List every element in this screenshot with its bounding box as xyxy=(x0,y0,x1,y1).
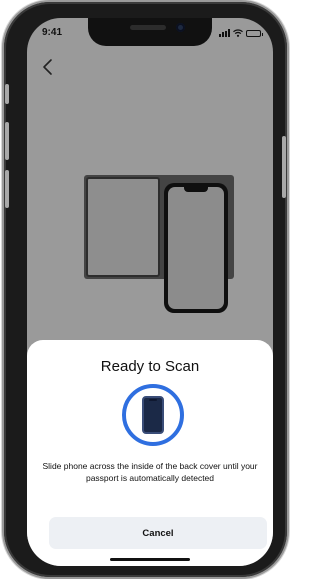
phone-device-frame: 9:41 Ready to Scan Slide phone across th… xyxy=(4,2,287,577)
home-indicator xyxy=(110,558,190,561)
speaker-grille xyxy=(130,25,166,30)
mute-switch xyxy=(5,84,9,104)
phone-scan-icon xyxy=(122,384,184,446)
cancel-button[interactable]: Cancel xyxy=(49,517,267,549)
passport-page xyxy=(86,177,160,277)
scan-instructions: Slide phone across the inside of the bac… xyxy=(42,461,258,483)
back-button[interactable] xyxy=(39,56,59,78)
scan-bottom-sheet: Ready to Scan Slide phone across the ins… xyxy=(27,340,273,566)
sheet-title: Ready to Scan xyxy=(100,358,200,375)
chevron-left-icon xyxy=(43,59,52,75)
battery-icon xyxy=(246,30,263,37)
phone-screen: 9:41 Ready to Scan Slide phone across th… xyxy=(27,18,273,566)
volume-down-button xyxy=(5,170,9,208)
status-icons xyxy=(219,27,263,37)
volume-up-button xyxy=(5,122,9,160)
front-camera-icon xyxy=(176,23,185,32)
signal-icon xyxy=(219,29,230,37)
phone-icon xyxy=(164,183,228,313)
wifi-icon xyxy=(233,29,243,37)
scan-illustration xyxy=(84,171,236,313)
status-time: 9:41 xyxy=(42,27,63,38)
notch xyxy=(88,18,212,46)
power-button xyxy=(282,136,286,198)
